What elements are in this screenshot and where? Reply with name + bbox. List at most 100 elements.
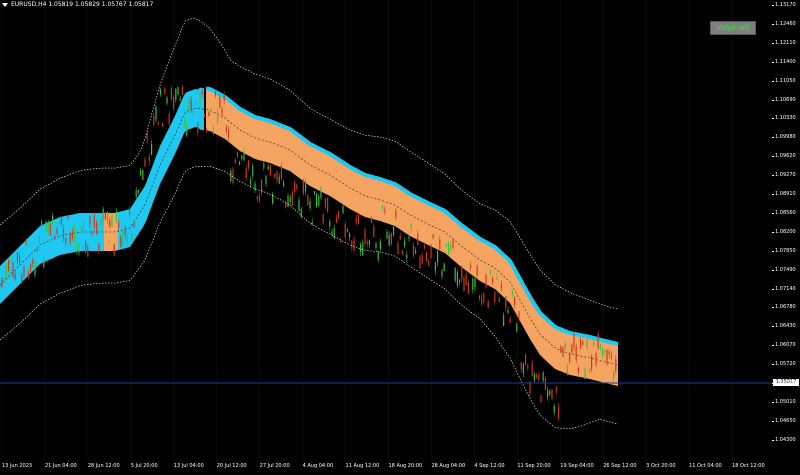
candle-body (188, 99, 190, 113)
candle-body (566, 366, 568, 375)
candle-body (82, 222, 84, 234)
candle-body (309, 201, 311, 209)
candle-body (118, 222, 120, 229)
candle-body (283, 182, 285, 186)
price-tick-label: 1.06780 (772, 304, 796, 311)
indicator-label[interactable]: Vidya.mft (710, 21, 756, 35)
time-tick-label: 11 Sep 20:00 (517, 463, 551, 469)
candle-body (210, 109, 212, 112)
time-tick-label: 20 Jul 12:00 (216, 463, 247, 469)
candle-body (514, 297, 516, 306)
candle-body (217, 111, 219, 123)
candle-body (316, 193, 318, 207)
candle-body (349, 233, 351, 238)
candle-body (375, 243, 377, 248)
price-tick-label: 1.12110 (772, 39, 796, 46)
candle-body (38, 236, 40, 247)
candle-body (582, 341, 584, 345)
candle-body (586, 338, 588, 349)
candle-body (496, 276, 498, 280)
candle-body (419, 256, 421, 268)
chevron-down-icon[interactable] (2, 2, 8, 7)
time-axis[interactable]: 13 Jun 2023 21 Jun 04:00 28 Jun 12:00 5 Jul… (0, 461, 772, 475)
price-chart[interactable] (0, 0, 772, 461)
candle-body (96, 221, 98, 234)
candle-body (1, 278, 3, 287)
candle-body (459, 280, 461, 283)
candle-body (540, 395, 542, 403)
candle-body (274, 173, 276, 178)
candle-body (157, 122, 159, 125)
price-tick-label: 1.06430 (772, 323, 796, 330)
candle-body (126, 234, 128, 243)
candle-body (353, 239, 355, 251)
candle-body (483, 293, 485, 303)
candle-body (412, 245, 414, 256)
candle-body (597, 333, 599, 348)
candle-body (131, 232, 133, 241)
candle-body (522, 363, 524, 374)
price-axis[interactable]: 1.05817 1.13170 1.12460 1.12110 1.11400 1.11… (772, 0, 800, 461)
candle-body (159, 89, 161, 95)
candle-body (104, 212, 106, 220)
candle-body (366, 241, 368, 245)
candle-body (181, 87, 183, 95)
candle-body (404, 240, 406, 247)
candle-body (74, 226, 76, 240)
time-tick-label: 18 Oct 12:00 (732, 463, 765, 469)
candle-body (91, 231, 93, 234)
candle-body (16, 252, 18, 262)
candle-body (421, 255, 423, 264)
candle-body (399, 235, 401, 240)
candle-body (472, 278, 474, 290)
candle-body (58, 221, 60, 224)
candle-body (445, 244, 447, 247)
candle-body (122, 231, 124, 245)
candle-body (166, 97, 168, 104)
candle-body (516, 323, 518, 332)
candle-body (441, 270, 443, 277)
candle-body (393, 226, 395, 236)
candle-body (606, 349, 608, 363)
candle-body (298, 199, 300, 211)
candle-body (120, 236, 122, 248)
candle-body (507, 310, 509, 314)
candle-body (527, 365, 529, 368)
candle-body (234, 159, 236, 164)
chart-area[interactable]: EURUSD,H4 1.05819 1.05829 1.05767 1.0581… (0, 0, 772, 461)
candle-body (230, 170, 232, 182)
candle-body (12, 263, 14, 277)
candle-body (252, 166, 254, 176)
time-tick-label: 19 Sep 04:00 (560, 463, 594, 469)
price-tick-label: 1.09980 (772, 134, 796, 141)
candle-body (417, 233, 419, 245)
candle-body (467, 282, 469, 294)
price-tick-label: 1.07490 (772, 266, 796, 273)
candle-body (135, 190, 137, 197)
candle-body (296, 184, 298, 189)
candle-body (553, 405, 555, 413)
candle-body (52, 215, 54, 225)
candle-body (313, 191, 315, 194)
candle-body (439, 239, 441, 250)
candle-body (129, 209, 131, 214)
candle-body (434, 262, 436, 271)
candle-body (60, 216, 62, 224)
candle-body (3, 279, 5, 283)
candle-body (258, 195, 260, 202)
candle-body (113, 244, 115, 256)
candle-body (100, 218, 102, 226)
candle-body (498, 297, 500, 302)
candle-body (30, 264, 32, 272)
candle-body (536, 374, 538, 378)
candle-body (243, 150, 245, 160)
candle-body (27, 271, 29, 278)
candle-body (307, 195, 309, 205)
candle-body (111, 216, 113, 226)
time-tick-label: 4 Sep 12:00 (474, 463, 505, 469)
candle-body (465, 274, 467, 286)
candle-body (107, 211, 109, 223)
candle-body (93, 215, 95, 227)
price-tick-label: 1.10330 (772, 115, 796, 122)
candle-body (386, 232, 388, 239)
